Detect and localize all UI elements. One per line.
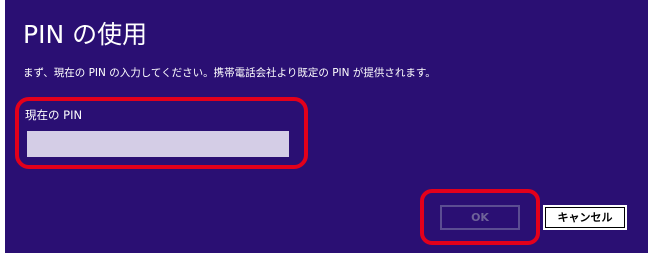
current-pin-input[interactable] <box>27 131 289 157</box>
pin-dialog: PIN の使用 まず、現在の PIN の入力してください。携帯電話会社より既定の… <box>5 0 648 253</box>
pin-field-label: 現在の PIN <box>25 108 83 122</box>
instructions-text: まず、現在の PIN の入力してください。携帯電話会社より既定の PIN が提供… <box>23 67 436 79</box>
cancel-button[interactable]: キャンセル <box>543 205 627 230</box>
ok-button[interactable]: OK <box>440 205 520 230</box>
dialog-title: PIN の使用 <box>23 20 148 49</box>
